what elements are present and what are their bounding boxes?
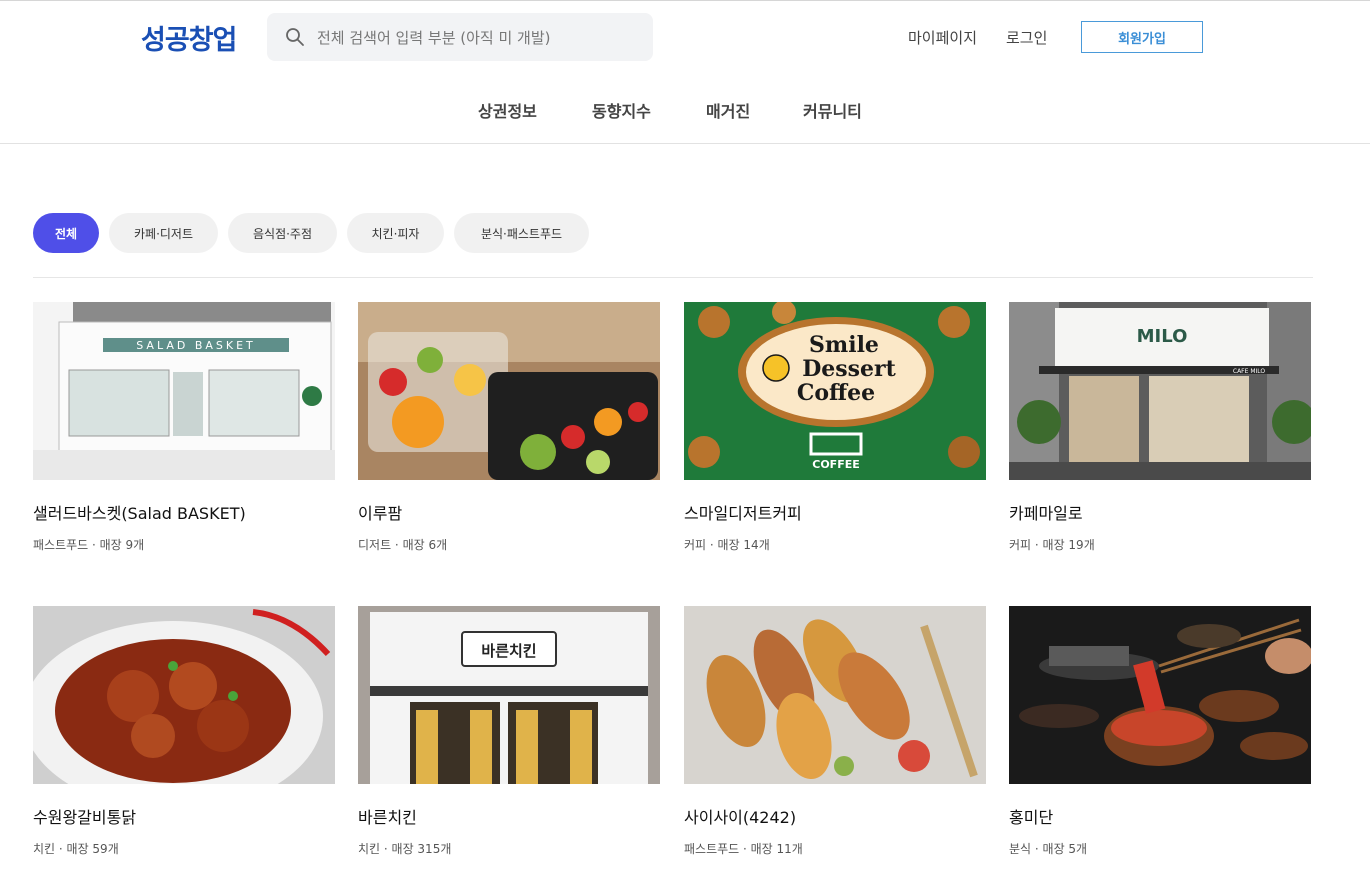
search-icon (286, 28, 304, 46)
site-header: 성공창업 전체 검색어 입력 부분 (아직 미 개발) 마이페이지 로그인 회원… (0, 1, 1370, 73)
brand-card-salad-basket[interactable]: SALAD BASKET 샐러드바스켓(Salad BASKET) 패스트푸드 … (33, 302, 335, 553)
brand-image: MILO CAFE MILO (1009, 302, 1311, 480)
brand-meta: 치킨 · 매장 315개 (358, 842, 452, 856)
brand-meta: 디저트 · 매장 6개 (358, 538, 448, 552)
brand-meta: 커피 · 매장 19개 (1009, 538, 1095, 552)
mypage-link[interactable]: 마이페이지 (908, 27, 977, 48)
main-nav: 상권정보 동향지수 매거진 커뮤니티 (0, 74, 1370, 143)
nav-item-trend-index[interactable]: 동향지수 (592, 98, 651, 122)
brand-image: SALAD BASKET (33, 302, 335, 480)
brand-meta: 커피 · 매장 14개 (684, 538, 770, 552)
svg-text:Smile: Smile (809, 332, 879, 358)
brand-image (1009, 606, 1311, 784)
brand-image (684, 606, 986, 784)
filter-chip-cafe-dessert[interactable]: 카페·디저트 (109, 213, 218, 253)
image-sign-text: SALAD BASKET (136, 339, 256, 352)
brand-meta: 패스트푸드 · 매장 9개 (33, 538, 145, 552)
brand-name: 카페마일로 (1009, 504, 1083, 523)
brand-name: 사이사이(4242) (684, 808, 797, 827)
brand-card-saisai-4242[interactable]: 사이사이(4242) 패스트푸드 · 매장 11개 (684, 606, 986, 857)
brand-name: 바른치킨 (358, 808, 417, 827)
nav-item-market-info[interactable]: 상권정보 (478, 98, 537, 122)
brand-card-suwon-galbi-chicken[interactable]: 수원왕갈비통닭 치킨 · 매장 59개 (33, 606, 335, 857)
svg-text:Dessert: Dessert (802, 356, 896, 382)
brand-name: 샐러드바스켓(Salad BASKET) (33, 504, 246, 523)
brand-meta: 치킨 · 매장 59개 (33, 842, 119, 856)
brand-card-irupam[interactable]: 이루팜 디저트 · 매장 6개 (358, 302, 660, 553)
brand-name: 스마일디저트커피 (684, 504, 802, 523)
svg-text:COFFEE: COFFEE (812, 458, 859, 471)
search-bar[interactable]: 전체 검색어 입력 부분 (아직 미 개발) (267, 13, 653, 61)
svg-text:Coffee: Coffee (797, 380, 875, 406)
brand-card-cafe-milo[interactable]: MILO CAFE MILO 카페마일로 커피 · 매장 19개 (1009, 302, 1311, 553)
svg-text:바른치킨: 바른치킨 (481, 642, 536, 660)
brand-image: 바른치킨 (358, 606, 660, 784)
brand-meta: 패스트푸드 · 매장 11개 (684, 842, 803, 856)
brand-name: 홍미단 (1009, 808, 1054, 827)
filter-divider (33, 277, 1313, 278)
signup-button[interactable]: 회원가입 (1081, 21, 1203, 53)
brand-image (33, 606, 335, 784)
brand-card-hongmidan[interactable]: 홍미단 분식 · 매장 5개 (1009, 606, 1311, 857)
brand-name: 수원왕갈비통닭 (33, 808, 137, 827)
filter-chip-chicken-pizza[interactable]: 치킨·피자 (347, 213, 444, 253)
filter-chip-all[interactable]: 전체 (33, 213, 99, 253)
brand-image (358, 302, 660, 480)
brand-meta: 분식 · 매장 5개 (1009, 842, 1088, 856)
svg-text:CAFE MILO: CAFE MILO (1233, 368, 1266, 375)
filter-chip-restaurant-bar[interactable]: 음식점·주점 (228, 213, 337, 253)
brand-image: Smile Dessert Coffee COFFEE (684, 302, 986, 480)
svg-text:MILO: MILO (1137, 326, 1188, 347)
nav-item-magazine[interactable]: 매거진 (706, 98, 750, 122)
nav-item-community[interactable]: 커뮤니티 (803, 98, 862, 122)
site-logo[interactable]: 성공창업 (141, 18, 237, 57)
brand-card-smile-dessert-coffee[interactable]: Smile Dessert Coffee COFFEE 스마일디저트커피 커피 … (684, 302, 986, 553)
search-placeholder: 전체 검색어 입력 부분 (아직 미 개발) (317, 29, 551, 47)
login-link[interactable]: 로그인 (1006, 27, 1047, 48)
brand-card-bareun-chicken[interactable]: 바른치킨 바른치킨 치킨 · 매장 315개 (358, 606, 660, 857)
brand-name: 이루팜 (358, 504, 403, 523)
filter-chip-snack-fastfood[interactable]: 분식·패스트푸드 (454, 213, 589, 253)
nav-divider (0, 143, 1370, 144)
